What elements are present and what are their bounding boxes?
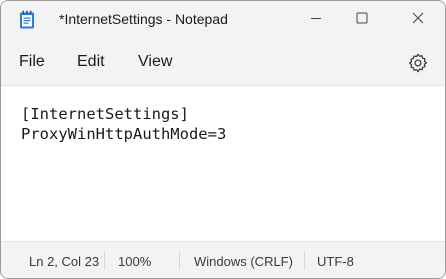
window-title: *InternetSettings - Notepad — [59, 11, 228, 27]
maximize-button[interactable] — [339, 1, 385, 39]
notepad-icon — [19, 10, 35, 29]
notepad-window: *InternetSettings - Notepad File Edit Vi… — [0, 0, 446, 279]
title-bar[interactable]: *InternetSettings - Notepad — [1, 1, 445, 39]
text-editor[interactable]: [InternetSettings] ProxyWinHttpAuthMode=… — [1, 86, 445, 241]
divider — [179, 252, 180, 270]
menu-view[interactable]: View — [138, 53, 172, 71]
encoding[interactable]: UTF-8 — [317, 254, 354, 269]
close-button[interactable] — [395, 1, 441, 39]
gear-icon — [407, 53, 429, 78]
cursor-position: Ln 2, Col 23 — [29, 254, 100, 269]
editor-line: ProxyWinHttpAuthMode=3 — [21, 125, 227, 143]
minimize-icon — [310, 11, 322, 29]
settings-button[interactable] — [407, 52, 429, 74]
divider — [304, 252, 305, 270]
menu-edit[interactable]: Edit — [77, 53, 105, 71]
status-bar: Ln 2, Col 23 100% Windows (CRLF) UTF-8 — [1, 241, 445, 278]
zoom-level[interactable]: 100% — [118, 254, 151, 269]
menu-bar: File Edit View — [1, 39, 445, 86]
minimize-button[interactable] — [293, 1, 339, 39]
line-ending[interactable]: Windows (CRLF) — [194, 254, 293, 269]
menu-file[interactable]: File — [19, 53, 45, 71]
editor-line: [InternetSettings] — [21, 105, 189, 123]
maximize-icon — [356, 11, 368, 29]
close-icon — [412, 11, 424, 29]
divider — [104, 252, 105, 270]
